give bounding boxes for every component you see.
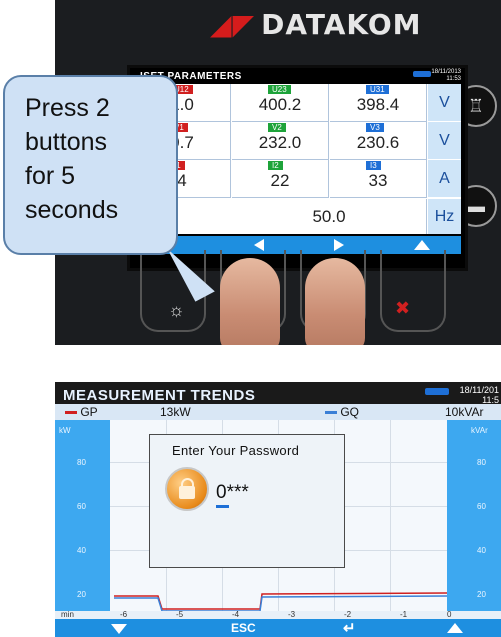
password-screen: MEASUREMENT TRENDS 18/11/201 11:5 GP 13kW… [55,382,501,637]
screen-datetime: 18/11/2013 11:53 [431,69,461,82]
left-finger [220,258,280,345]
y-tick: 60 [77,502,86,511]
arrow-down-icon[interactable] [111,624,127,634]
password-field[interactable]: 0*** [216,482,249,504]
cell-i2: I2 22 [232,160,329,198]
softkey-4[interactable] [380,250,446,332]
y-tick: 20 [77,590,86,599]
lamp-icon: ☼ [168,300,185,320]
x-tick: -5 [176,610,184,619]
unit-label: A [428,160,461,197]
arrow-up-icon[interactable] [414,240,430,250]
x-tick: -2 [344,610,352,619]
y-tick: 80 [477,458,486,467]
trend-legend: GP 13kW GQ 10kVAr [55,404,501,420]
esc-button[interactable]: ESC [231,621,256,635]
x-tick: -4 [232,610,240,619]
battery-icon [413,71,431,77]
screen-datetime: 18/11/201 11:5 [459,385,499,405]
x-tick: -3 [288,610,296,619]
right-unit: kVAr [471,426,488,435]
lcd-screen: ISET PARAMETERS 18/11/2013 11:53 U12 1.0 U… [127,65,468,271]
cell-i3: I3 33 [330,160,427,198]
cell-u23: U23 400.2 [232,84,329,122]
lock-icon [165,467,209,511]
battery-icon [425,388,449,395]
cell-v2: V2 232.0 [232,122,329,160]
right-axis: kVAr 80 60 40 20 [447,420,501,614]
y-tick: 60 [477,502,486,511]
y-tick: 40 [477,546,486,555]
y-tick: 80 [77,458,86,467]
x-unit: min [61,610,74,619]
left-unit: kW [59,426,71,435]
password-prompt: Enter Your Password [172,443,300,458]
x-tick: 0 [447,610,452,619]
callout-text: Press 2 buttons for 5 seconds [25,94,119,224]
cell-v3: V3 230.6 [330,122,427,160]
left-axis: kW 80 60 40 20 [55,420,110,614]
y-tick: 40 [77,546,86,555]
x-axis: min -6 -5 -4 -3 -2 -1 0 [55,610,501,619]
cell-u31: U31 398.4 [330,84,427,122]
frequency-cell: 50.0 [232,199,427,234]
enter-icon[interactable]: ↵ [343,619,356,637]
screen-title: MEASUREMENT TRENDS [63,387,256,404]
unit-label: V [428,122,461,159]
datakom-logo: ◢◤ DATAKOM [210,8,422,41]
unit-label: Hz [428,199,461,234]
legend-gq-value: 10kVAr [445,405,484,419]
unit-label: V [428,84,461,121]
legend-gp: GP [65,405,98,419]
legend-gp-value: 13kW [160,405,191,419]
x-tick: -1 [400,610,408,619]
softkey-bar: ESC ↵ [55,619,501,637]
legend-gq: GQ [325,405,359,419]
instruction-callout: Press 2 buttons for 5 seconds [3,75,178,255]
x-tick: -6 [120,610,128,619]
y-tick: 20 [477,590,486,599]
parameter-grid: U12 1.0 U23 400.2 U31 398.4 V V1 0.7 V2 232.0… [134,84,461,234]
right-finger [305,258,365,345]
gp-line [114,592,447,610]
horn-mute-icon: ✖ [395,298,411,318]
password-dialog: Enter Your Password 0*** [149,434,345,568]
arrow-up-icon[interactable] [447,623,463,633]
password-cursor [216,505,229,508]
